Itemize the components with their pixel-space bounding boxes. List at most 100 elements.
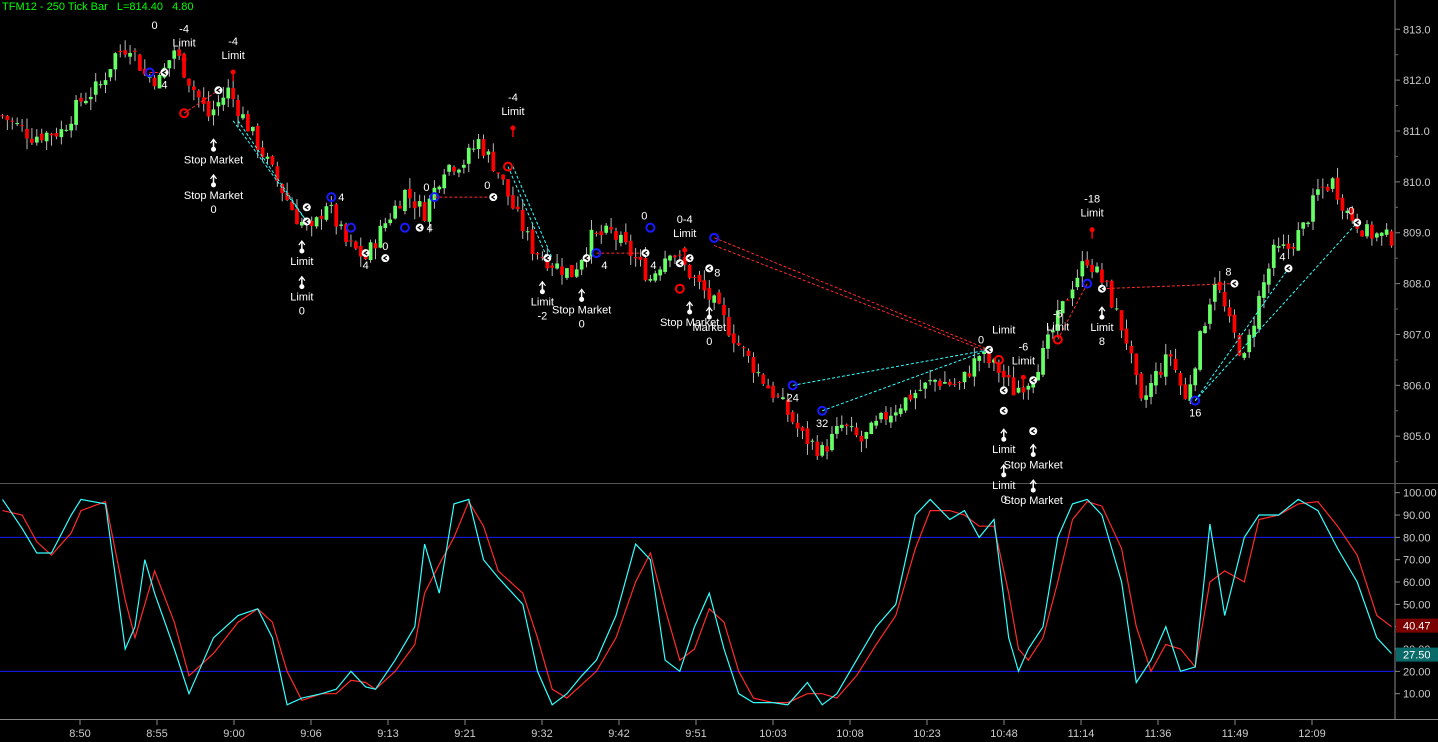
candle-up [619, 234, 623, 243]
order-type-label: Limit [673, 228, 696, 240]
osc-tick-label: 20.00 [1403, 666, 1431, 678]
candle-up [928, 380, 933, 382]
candle-up [1384, 229, 1389, 235]
candle-up [565, 268, 569, 278]
candle-down [511, 195, 515, 209]
osc-last-value-label: 40.47 [1403, 621, 1431, 633]
candle-down [594, 232, 599, 234]
candle-down [295, 208, 299, 225]
buy-order-arrow-head [539, 289, 545, 295]
exit-marker [1230, 279, 1239, 288]
candle-up [525, 231, 530, 233]
candle-up [1365, 224, 1369, 237]
candle-down [319, 215, 324, 219]
exit-marker [985, 345, 994, 354]
candle-down [731, 333, 736, 344]
candle-down [1370, 224, 1374, 239]
candle-up [756, 372, 761, 374]
candle-down [692, 276, 697, 278]
candle-down [884, 412, 888, 420]
candle-up [663, 258, 667, 272]
buy-order-arrow-head [1099, 314, 1105, 320]
trade-pnl-label: 4 [427, 223, 433, 235]
candle-up [918, 389, 923, 391]
order-type-label: Stop Market [1004, 459, 1063, 471]
candle-down [1129, 346, 1134, 354]
candle-down [1006, 374, 1011, 378]
exit-marker [685, 254, 694, 263]
candle-up [604, 225, 609, 233]
candle-down [677, 254, 682, 256]
candle-down [1178, 373, 1183, 386]
candle-down [192, 86, 196, 91]
candle-up [1212, 283, 1217, 302]
order-type-label: Limit [1012, 355, 1035, 367]
trade-pnl-label: 0 [1348, 206, 1354, 218]
order-type-label: Stop Market [1004, 495, 1063, 507]
exit-marker [214, 86, 223, 95]
candle-up [1041, 347, 1045, 375]
candle-up [943, 382, 947, 384]
candle-up [250, 126, 255, 132]
candle-down [722, 304, 726, 316]
candle-up [879, 412, 883, 420]
candle-up [1276, 246, 1281, 248]
candle-up [466, 147, 471, 164]
trade-pnl-label: 0 [423, 182, 429, 194]
candle-up [1154, 371, 1158, 386]
candle-down [334, 204, 339, 227]
candle-down [246, 114, 250, 132]
candle-down [49, 133, 54, 136]
candle-down [746, 350, 751, 356]
osc-tick-label: 60.00 [1403, 577, 1431, 589]
osc-slow-line [2, 500, 1392, 704]
entry-marker [645, 222, 656, 233]
candle-up [1296, 230, 1301, 251]
order-type-label: Limit [172, 37, 195, 49]
candle-up [1379, 232, 1384, 236]
candle-down [638, 256, 643, 260]
exit-marker [415, 223, 424, 232]
candle-down [133, 50, 137, 52]
candle-up [34, 136, 39, 143]
candle-up [810, 440, 815, 442]
time-tick-label: 9:32 [531, 728, 552, 740]
change-label: 4.80 [172, 1, 194, 13]
candle-down [560, 266, 564, 275]
candle-up [103, 80, 108, 85]
candle-up [893, 412, 898, 416]
candle-down [1360, 230, 1364, 237]
candle-up [1163, 354, 1168, 377]
candle-down [687, 264, 692, 278]
trading-chart[interactable]: 813.0 812.0 811.0 810.0 809.0 808.0 807.0 806.0… [0, 0, 1438, 742]
candle-down [530, 229, 535, 254]
candle-up [830, 433, 834, 451]
candle-down [717, 292, 721, 304]
candle-down [1134, 353, 1139, 376]
order-type-label: Limit [531, 297, 554, 309]
candle-down [196, 90, 201, 98]
exit-marker [302, 203, 311, 212]
candle-up [658, 269, 663, 276]
candle-down [25, 128, 29, 139]
candle-up [1271, 244, 1276, 268]
candle-down [452, 167, 456, 172]
order-qty-label: 8 [1099, 336, 1105, 348]
trade-link-line [1194, 268, 1289, 401]
candle-down [673, 255, 677, 258]
candle-down [373, 243, 378, 249]
order-type-label: Stop Market [552, 304, 611, 316]
order-type-label: Limit [1046, 322, 1069, 334]
candle-up [874, 420, 879, 426]
time-tick-label: 9:51 [685, 728, 706, 740]
order-type-label: Limit [992, 480, 1015, 492]
buy-order-arrow-head [299, 248, 305, 254]
candle-up [1026, 385, 1031, 390]
exit-marker [1097, 284, 1106, 293]
trade-pnl-label: 4 [363, 260, 369, 272]
trade-link-line [792, 349, 990, 386]
candle-down [5, 115, 10, 121]
candle-up [1257, 295, 1261, 329]
trade-pnl-label: 4 [338, 192, 344, 204]
candle-down [39, 133, 44, 141]
